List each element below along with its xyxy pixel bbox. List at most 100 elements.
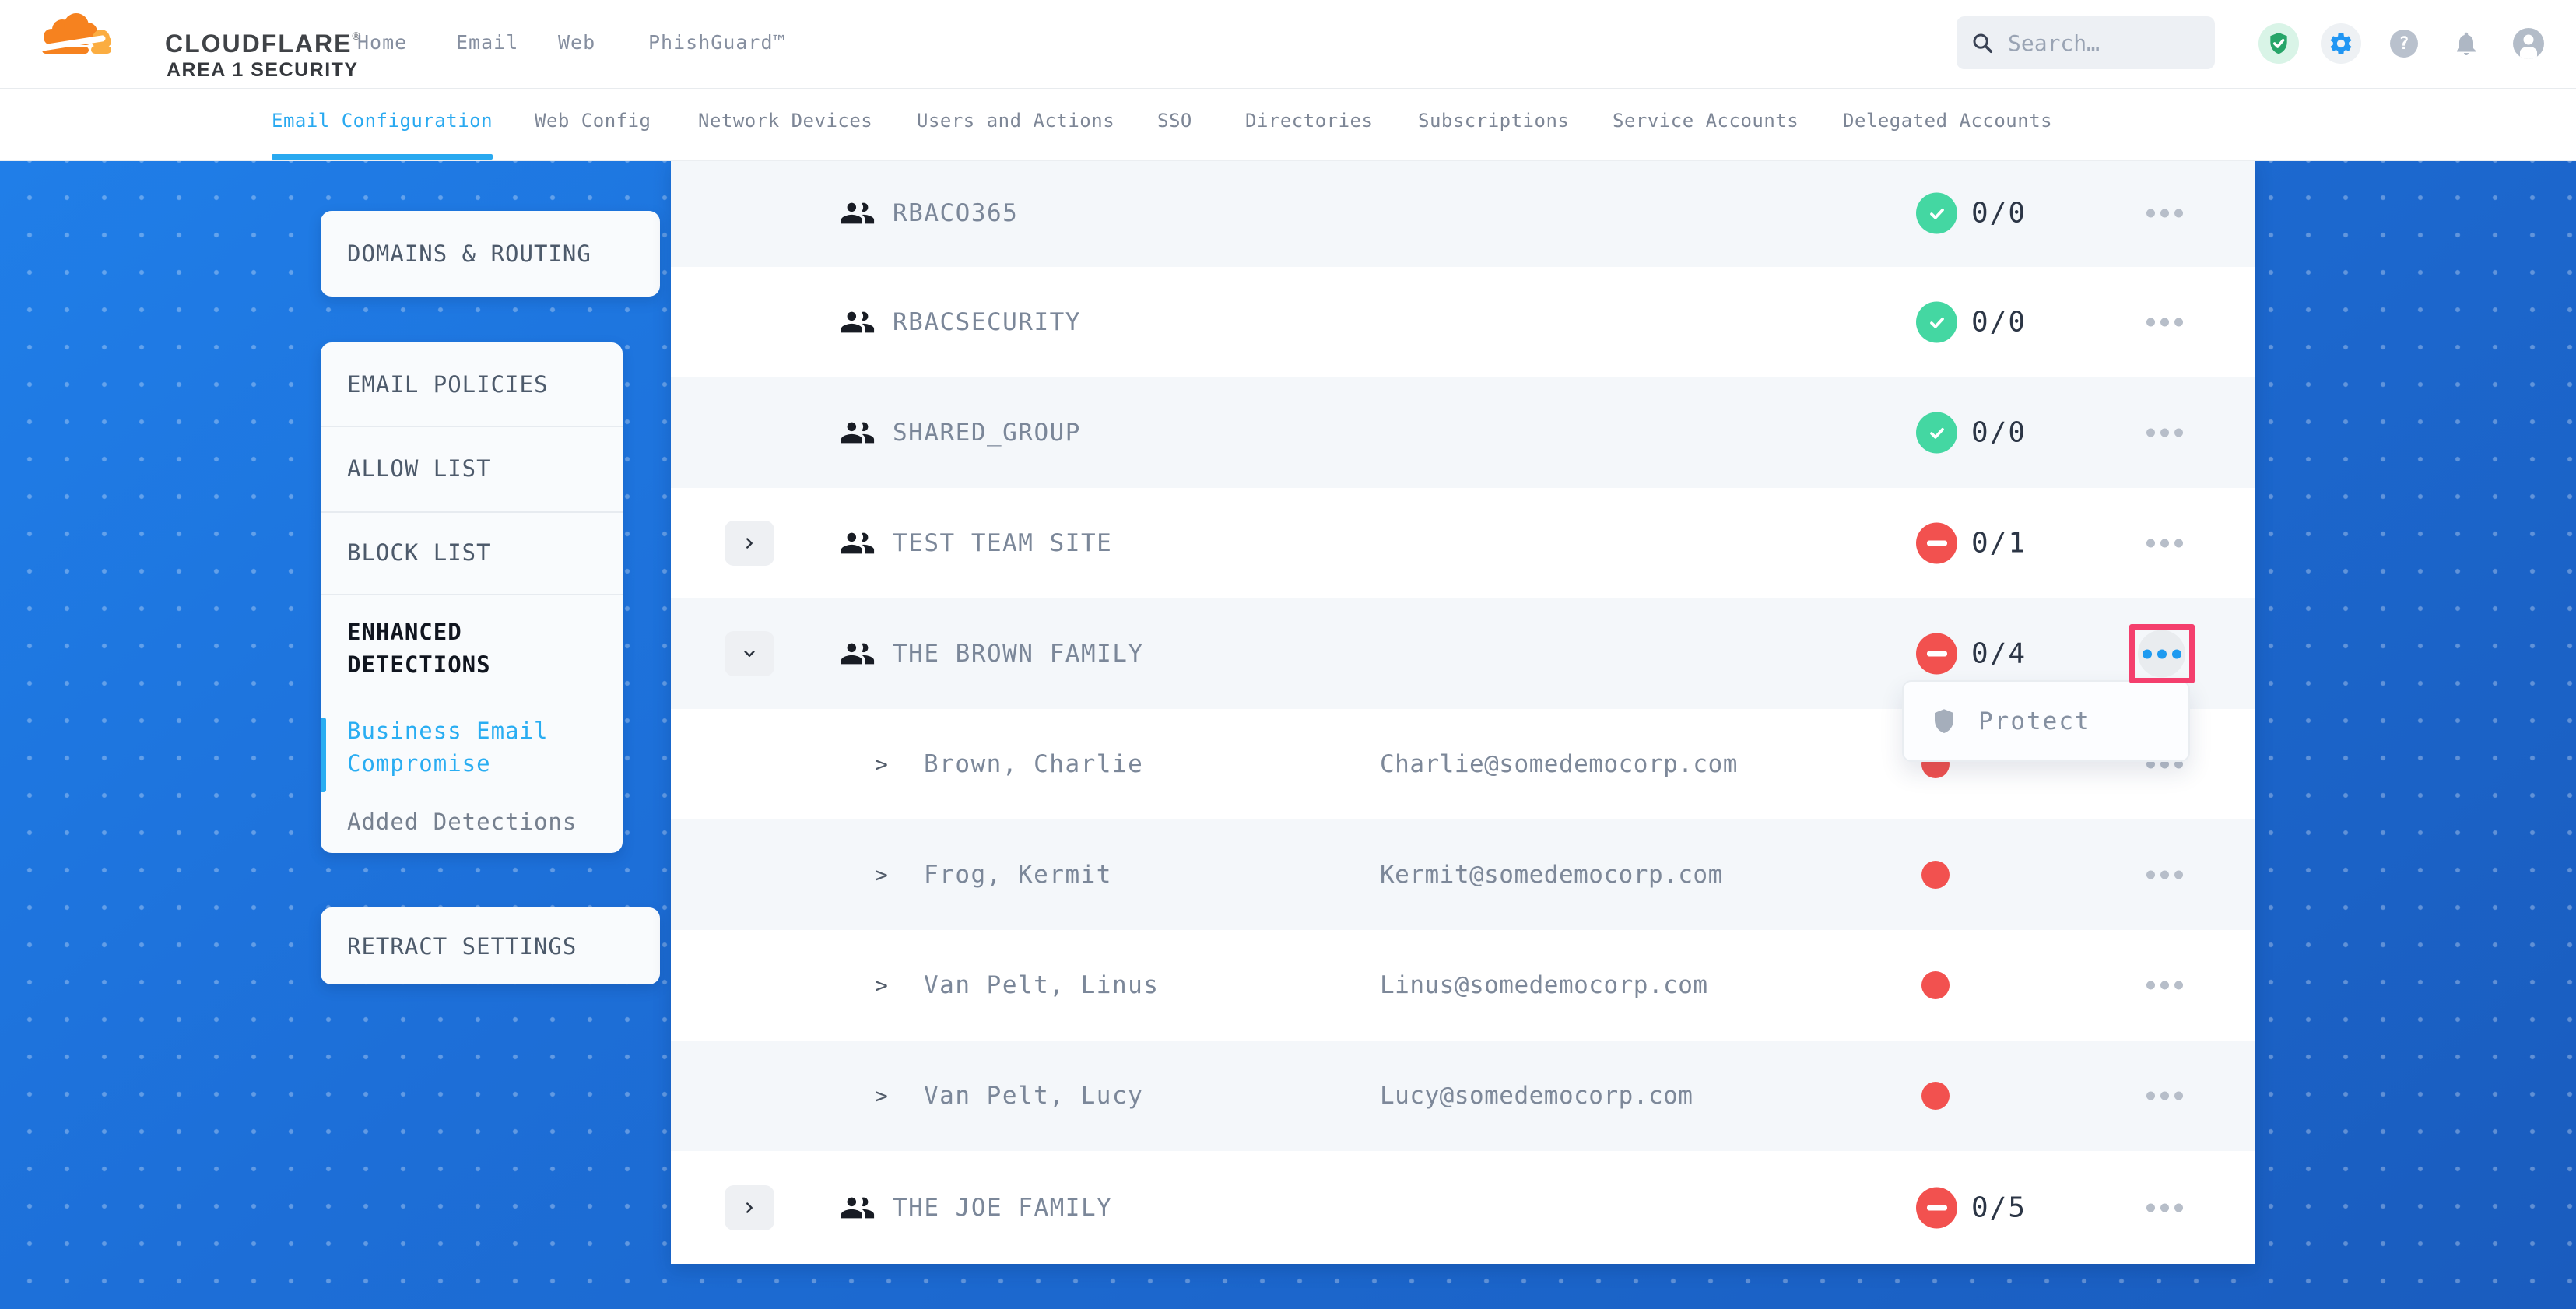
tab-subscriptions[interactable]: Subscriptions (1418, 110, 1569, 132)
status-blocked-badge (1916, 523, 1957, 564)
person-name: Brown, Charlie (924, 750, 1143, 778)
table-row: >Frog, KermitKermit@somedemocorp.com (671, 819, 2255, 930)
sidebar-item-label: ENHANCED DETECTIONS (347, 616, 612, 681)
sidebar-retract-label: RETRACT SETTINGS (347, 933, 577, 960)
sidebar-item-enhanced-detections[interactable]: ENHANCED DETECTIONS (321, 594, 623, 703)
status-ok-badge (1916, 412, 1957, 454)
status-blocked-badge (1916, 633, 1957, 675)
protected-count: 0/4 (1971, 638, 2027, 670)
person-name: Van Pelt, Lucy (924, 1082, 1143, 1110)
sidebar-item-allow-list[interactable]: ALLOW LIST (321, 426, 623, 511)
sidebar-item-label: Business Email Compromise (347, 714, 612, 780)
group-name: TEST TEAM SITE (893, 529, 1112, 557)
settings-gear-icon[interactable] (2321, 23, 2361, 64)
protected-count: 0/1 (1971, 528, 2027, 560)
tab-service-accounts[interactable]: Service Accounts (1613, 110, 1799, 132)
tab-sso[interactable]: SSO (1157, 110, 1192, 132)
sidebar-item-retract-settings[interactable]: RETRACT SETTINGS (321, 907, 660, 984)
group-name: RBACSECURITY (893, 308, 1081, 336)
shield-check-icon[interactable] (2258, 23, 2299, 64)
sidebar-item-email-policies[interactable]: EMAIL POLICIES (321, 342, 623, 426)
brand-name: CLOUDFLARE® (165, 30, 362, 58)
top-nav-home[interactable]: Home (357, 31, 407, 54)
sidebar-item-label: Added Detections (347, 805, 577, 838)
protected-count: 0/0 (1971, 417, 2027, 449)
collapse-group-button[interactable] (725, 631, 774, 676)
person-email: Charlie@somedemocorp.com (1380, 750, 1738, 778)
minus-glyph (1927, 1205, 1947, 1210)
table-row: RBACSECURITY 0/0 (671, 267, 2255, 377)
row-caret-icon[interactable]: > (875, 1083, 888, 1109)
tab-web-config[interactable]: Web Config (535, 110, 651, 132)
user-avatar-icon[interactable] (2513, 28, 2544, 59)
cloudflare-logo[interactable]: CLOUDFLARE® AREA 1 SECURITY (39, 9, 319, 79)
row-menu-button[interactable] (2146, 1092, 2183, 1100)
person-email: Kermit@somedemocorp.com (1380, 861, 1723, 889)
sidebar-domains-routing-label: DOMAINS & ROUTING (347, 240, 591, 267)
row-caret-icon[interactable]: > (875, 752, 888, 777)
search-input[interactable] (2006, 30, 2201, 57)
group-icon (840, 1190, 876, 1226)
person-email: Linus@somedemocorp.com (1380, 971, 1708, 999)
groups-table: RBACO3650/0RBACSECURITY0/0SHARED_GROUP0/… (671, 160, 2255, 1264)
table-row: TEST TEAM SITE 0/1 (671, 488, 2255, 598)
row-caret-icon[interactable]: > (875, 973, 888, 998)
row-menu-button[interactable] (2146, 871, 2183, 879)
section-tabs: Email Configuration Web Config Network Dev… (0, 88, 2576, 161)
top-nav-web[interactable]: Web (558, 31, 595, 54)
protected-count: 0/5 (1971, 1191, 2027, 1223)
top-nav-email[interactable]: Email (456, 31, 518, 54)
tab-delegated-accounts[interactable]: Delegated Accounts (1843, 110, 2052, 132)
active-item-indicator (321, 718, 326, 792)
shield-icon (1930, 707, 1958, 735)
status-ok-badge (1916, 302, 1957, 343)
sidebar-item-added-detections[interactable]: Added Detections (321, 791, 623, 853)
group-name: THE BROWN FAMILY (893, 640, 1144, 668)
brand-subtitle: AREA 1 SECURITY (167, 59, 359, 82)
table-row: SHARED_GROUP0/0 (671, 377, 2255, 488)
minus-glyph (1927, 651, 1947, 657)
tab-email-configuration[interactable]: Email Configuration (272, 110, 493, 132)
row-menu-button[interactable] (2146, 981, 2183, 990)
tab-directories[interactable]: Directories (1245, 110, 1373, 132)
sidebar-item-business-email-compromise[interactable]: Business Email Compromise (321, 703, 623, 791)
tab-users-and-actions[interactable]: Users and Actions (917, 110, 1114, 132)
table-row: RBACO3650/0 (671, 160, 2255, 267)
expand-group-button[interactable] (725, 1185, 774, 1230)
group-icon (840, 525, 876, 561)
row-menu-button[interactable] (2146, 209, 2183, 218)
group-icon (840, 415, 876, 451)
expand-group-button[interactable] (725, 521, 774, 566)
notifications-bell-icon[interactable] (2451, 29, 2481, 58)
menu-item-protect[interactable]: Protect (1902, 680, 2190, 762)
search-box (1957, 16, 2215, 69)
group-icon (840, 636, 876, 672)
table-row: THE JOE FAMILY 0/5 (671, 1151, 2255, 1264)
row-menu-button-active[interactable] (2138, 630, 2185, 678)
sidebar-item-label: BLOCK LIST (347, 536, 491, 569)
row-menu-button[interactable] (2146, 539, 2183, 548)
protected-count: 0/0 (1971, 198, 2027, 230)
sidebar-item-label: EMAIL POLICIES (347, 368, 548, 401)
sidebar-item-domains-routing[interactable]: DOMAINS & ROUTING (321, 211, 660, 297)
row-menu-button[interactable] (2146, 318, 2183, 327)
tab-network-devices[interactable]: Network Devices (698, 110, 872, 132)
table-row: >Van Pelt, LucyLucy@somedemocorp.com (671, 1041, 2255, 1151)
app-root: CLOUDFLARE® AREA 1 SECURITY Home Email Web… (0, 0, 2576, 1309)
row-menu-button[interactable] (2146, 429, 2183, 437)
cloudflare-cloud-icon (39, 12, 117, 58)
group-icon (840, 195, 876, 231)
top-nav-phishguard-[interactable]: PhishGuard™ (648, 31, 786, 54)
row-caret-icon[interactable]: > (875, 862, 888, 888)
status-alert-dot (1921, 971, 1950, 999)
protect-menu-label: Protect (1978, 707, 2091, 735)
group-name: THE JOE FAMILY (893, 1194, 1112, 1222)
sidebar-item-block-list[interactable]: BLOCK LIST (321, 511, 623, 594)
top-header: CLOUDFLARE® AREA 1 SECURITY Home Email Web… (0, 0, 2576, 89)
sidebar-item-label: ALLOW LIST (347, 452, 491, 485)
search-icon (1971, 31, 1994, 54)
row-menu-button[interactable] (2146, 1203, 2183, 1212)
sidebar-policies-card: EMAIL POLICIES ALLOW LIST BLOCK LIST ENHANC… (321, 342, 623, 853)
protected-count: 0/0 (1971, 307, 2027, 339)
help-icon[interactable]: ? (2390, 30, 2418, 58)
